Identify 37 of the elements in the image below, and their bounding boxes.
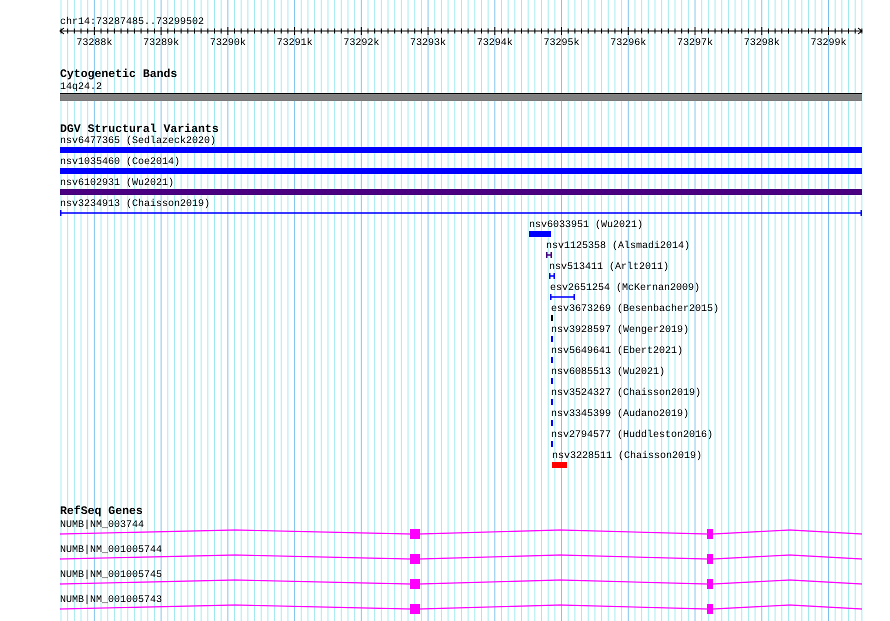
variant-label: nsv3524327 (Chaisson2019) [551, 388, 702, 399]
tick-label: 73298k [744, 38, 780, 49]
gene-label: NUMB|NM_003744 [60, 520, 144, 531]
tick-label: 73290k [210, 38, 246, 49]
variant-label: nsv3234913 (Chaisson2019) [60, 199, 210, 210]
variant-label: nsv6085513 (Wu2021) [551, 367, 666, 378]
band-label: 14q24.2 [60, 82, 102, 93]
tick-label: 73291k [276, 38, 313, 49]
track-title: DGV Structural Variants [60, 123, 219, 136]
variant-label: nsv513411 (Arlt2011) [549, 262, 670, 273]
variant-label: nsv3928597 (Wenger2019) [551, 325, 690, 336]
gene-label: NUMB|NM_001005743 [60, 595, 162, 606]
tick-label: 73292k [343, 38, 380, 49]
track-title: RefSeq Genes [60, 505, 143, 518]
variant-label: nsv5649641 (Ebert2021) [551, 346, 684, 357]
variant-label: nsv6477365 (Sedlazeck2020) [60, 136, 216, 147]
variant-label: nsv6102931 (Wu2021) [60, 178, 174, 189]
variant-label: nsv1125358 (Alsmadi2014) [546, 241, 690, 252]
tick-label: 73299k [810, 38, 846, 49]
variant-label: nsv3228511 (Chaisson2019) [552, 451, 702, 462]
variant-label: nsv2794577 (Huddleston2016) [551, 430, 714, 441]
variant-label: esv3673269 (Besenbacher2015) [551, 304, 720, 315]
tick-label: 73289k [143, 38, 180, 49]
variant-label: esv2651254 (McKernan2009) [550, 283, 700, 294]
tick-label: 73288k [76, 38, 112, 49]
tick-label: 73295k [544, 38, 580, 49]
gene-label: NUMB|NM_001005745 [60, 570, 162, 581]
variant-label: nsv3345399 (Audano2019) [551, 409, 690, 420]
variant-label: nsv6033951 (Wu2021) [529, 220, 644, 231]
gene-label: NUMB|NM_001005744 [60, 545, 162, 556]
tick-label: 73294k [476, 38, 513, 49]
track-title: Cytogenetic Bands [60, 68, 178, 81]
tick-label: 73293k [410, 38, 446, 49]
variant-label: nsv1035460 (Coe2014) [60, 157, 180, 168]
locus-label: chr14:73287485..73299502 [60, 17, 204, 28]
tick-label: 73297k [677, 38, 714, 49]
tick-label: 73296k [610, 38, 646, 49]
